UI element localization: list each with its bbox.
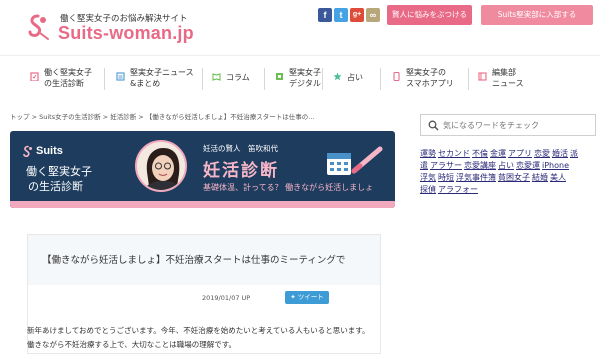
column-banner[interactable]: Suits 働く堅実女子 の生活診断 妊活の賢人 笛吹和代 妊活診断 基礎体温、… — [10, 131, 395, 208]
tag-link[interactable]: 恋愛講座 — [464, 161, 496, 170]
tag-link[interactable]: 不倫 — [472, 149, 488, 158]
tag-link[interactable]: 恋愛運 — [516, 161, 540, 170]
nav-label-line2: スマホアプリ — [406, 79, 454, 88]
tag-link[interactable]: 占い — [498, 161, 514, 170]
breadcrumb-diagnosis[interactable]: Suits女子の生活診断 — [39, 113, 101, 121]
nav-label-line2: ニュース — [492, 79, 524, 88]
nav-label-line1: 占い — [347, 73, 363, 82]
ask-sage-button[interactable]: 賢人に悩みをぶつける — [387, 5, 472, 25]
breadcrumb-separator: > — [138, 113, 146, 121]
article-date: 2019/01/07 UP — [202, 294, 251, 302]
banner-brand: Suits — [36, 145, 63, 157]
article-paragraph: 新年あけましておめでとうございます。今年、不妊治療を始めたいと考えている人もいる… — [27, 326, 370, 335]
tag-link[interactable]: セカンド — [438, 149, 470, 158]
notebook-icon — [478, 72, 487, 81]
nav-divider — [380, 68, 381, 90]
banner-title-line1: 働く堅実女子 — [26, 165, 92, 178]
feedly-icon[interactable]: ∞ — [366, 8, 380, 22]
tag-link[interactable]: 貧困女子 — [498, 173, 530, 182]
nav-divider — [264, 68, 265, 90]
book-icon — [212, 73, 221, 81]
site-header: 働く堅実女子のお悩み解決サイト Suits-woman.jp f t g+ ∞ … — [0, 0, 600, 55]
nav-divider — [202, 68, 203, 90]
tag-link[interactable]: 美人 — [550, 173, 566, 182]
tweet-button[interactable]: ✦ ツイート — [285, 291, 329, 304]
nav-divider — [322, 68, 323, 90]
twitter-icon: ✦ — [290, 293, 298, 301]
main-nav: 働く堅実女子 の生活診断 堅実女子ニュース &まとめ コラム 堅実女子デジタル 占い… — [0, 55, 600, 100]
site-logo[interactable]: Suits-woman.jp — [58, 23, 194, 44]
tag-line: 運勢 セカンド 不倫 金運 アプリ 恋愛 婚活派 — [420, 148, 598, 160]
tweet-label: ツイート — [297, 293, 324, 301]
article-paragraph: 働きながら不妊治療する上で、大切なことは職場の理解です。 — [27, 340, 236, 349]
breadcrumb-top[interactable]: トップ — [10, 113, 30, 121]
nav-label-line2: デジタル — [289, 79, 321, 88]
banner-stripe — [10, 201, 395, 208]
headline-box: 【働きながら妊活しましょ】不妊治療スタートは仕事のミーティングで — [28, 235, 380, 285]
banner-title-line2: の生活診断 — [28, 180, 83, 193]
search-box — [420, 114, 596, 136]
tag-link[interactable]: アプリ — [508, 149, 532, 158]
digital-icon — [276, 73, 283, 80]
phone-icon — [393, 72, 400, 81]
logo-mark-icon[interactable] — [26, 13, 50, 41]
banner-author: 妊活の賢人 笛吹和代 — [203, 144, 278, 153]
search-input[interactable] — [443, 117, 593, 133]
news-icon — [116, 72, 125, 81]
star-icon — [333, 72, 342, 81]
tag-link[interactable]: 時短 — [438, 173, 454, 182]
tag-line: 遣アラサー 恋愛講座 占い 恋愛運 iPhone — [420, 160, 598, 172]
search-icon[interactable] — [428, 120, 439, 131]
breadcrumb: トップ > Suits女子の生活診断 > 妊活診断 > 【働きながら妊活しましょ… — [10, 111, 315, 121]
tag-link[interactable]: 運勢 — [420, 149, 436, 158]
banner-subtitle: 基礎体温、計ってる？ 働きながら妊活しましょ — [203, 183, 374, 192]
nav-divider — [104, 68, 105, 90]
nav-label-line2: の生活診断 — [44, 79, 84, 88]
tag-link[interactable]: アラフォー — [438, 185, 478, 194]
tag-line: 浮気 時短 浮気事件簿 貧困女子 結婚 美人 — [420, 172, 598, 184]
join-club-button[interactable]: Suits堅実部に入部する — [481, 5, 593, 25]
article-headline: 【働きながら妊活しましょ】不妊治療スタートは仕事のミーティングで — [42, 255, 346, 266]
nav-label-line1: 堅実女子の — [406, 68, 446, 77]
tag-link[interactable]: 金運 — [490, 149, 506, 158]
tag-link[interactable]: 遣 — [420, 161, 428, 170]
breadcrumb-separator: > — [31, 113, 40, 121]
tag-line: 探偵 アラフォー — [420, 184, 598, 196]
keyword-tags: 運勢 セカンド 不倫 金運 アプリ 恋愛 婚活派 遣アラサー 恋愛講座 占い 恋愛運 iPhone … — [420, 148, 598, 196]
nav-label-line1: コラム — [226, 73, 250, 82]
facebook-icon[interactable]: f — [318, 8, 332, 22]
tag-link[interactable]: 恋愛 — [534, 149, 550, 158]
tag-link[interactable]: iPhone — [542, 161, 569, 170]
google-plus-icon[interactable]: g+ — [350, 8, 364, 22]
tag-link[interactable]: 派 — [570, 149, 578, 158]
breadcrumb-ninkatsu[interactable]: 妊活診断 — [110, 113, 136, 121]
author-portrait-icon — [137, 142, 185, 190]
breadcrumb-current: 【働きながら妊活しましょ】不妊治療スタートは仕事の… — [145, 113, 315, 121]
thermometer-icon — [351, 146, 383, 174]
twitter-icon[interactable]: t — [334, 8, 348, 22]
tag-link[interactable]: アラサー — [430, 161, 462, 170]
tag-link[interactable]: 結婚 — [532, 173, 548, 182]
tag-link[interactable]: 浮気事件簿 — [456, 173, 496, 182]
tag-link[interactable]: 浮気 — [420, 173, 436, 182]
nav-divider — [468, 68, 469, 90]
nav-label-line1: 編集部 — [492, 68, 516, 77]
nav-label-line1: 堅実女子ニュース — [130, 68, 194, 77]
tag-link[interactable]: 婚活 — [552, 149, 568, 158]
banner-heading: 妊活診断 — [203, 161, 279, 181]
article-card: 【働きながら妊活しましょ】不妊治療スタートは仕事のミーティングで 2019/01… — [27, 234, 381, 354]
author-avatar — [135, 140, 187, 192]
nav-label-line1: 堅実女子 — [289, 68, 321, 77]
tag-link[interactable]: 探偵 — [420, 185, 436, 194]
nav-label-line1: 働く堅実女子 — [44, 68, 92, 77]
clipboard-icon — [30, 72, 39, 81]
logo-mark-icon — [23, 145, 32, 158]
nav-label-line2: &まとめ — [130, 79, 161, 88]
